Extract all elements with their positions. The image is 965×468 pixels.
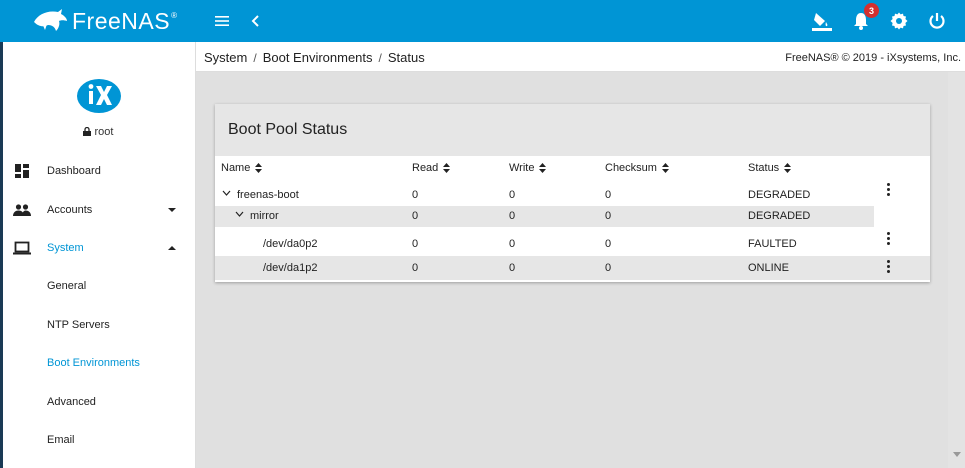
cell-status: DEGRADED — [748, 189, 811, 201]
vertical-scrollbar[interactable] — [948, 72, 965, 468]
logo-registered-mark: ® — [171, 10, 177, 20]
table-header: Name Read Write Checksum Status — [215, 156, 930, 182]
freenas-logo[interactable]: FreeNAS ® — [0, 0, 196, 42]
breadcrumb-bar: System / Boot Environments / Status FreeNAS®… — [196, 42, 965, 72]
ixsystems-logo — [77, 79, 121, 113]
cell-status: ONLINE — [748, 262, 789, 274]
sidebar-item-email[interactable]: Email — [0, 421, 196, 459]
sidebar-item-accounts[interactable]: Accounts — [0, 191, 196, 229]
chevron-down-icon[interactable] — [222, 190, 231, 196]
cell-name: /dev/da0p2 — [263, 238, 318, 250]
column-header-read[interactable]: Read — [412, 162, 451, 174]
power-button[interactable] — [925, 9, 949, 33]
sidebar-item-label: NTP Servers — [47, 319, 110, 331]
sidebar-item-ntp-servers[interactable]: NTP Servers — [0, 306, 196, 344]
column-header-write[interactable]: Write — [509, 162, 547, 174]
caret-up-icon — [168, 246, 176, 250]
cell-write: 0 — [509, 238, 516, 250]
sort-icon — [661, 163, 669, 173]
cell-write: 0 — [509, 210, 516, 222]
breadcrumb-item[interactable]: Boot Environments — [263, 50, 373, 65]
breadcrumb: System / Boot Environments / Status — [204, 50, 425, 65]
gear-icon — [890, 12, 908, 30]
sort-icon — [255, 163, 263, 173]
theme-button[interactable] — [810, 9, 834, 33]
cell-checksum: 0 — [605, 210, 612, 222]
top-bar: FreeNAS ® 3 — [0, 0, 965, 42]
cell-checksum: 0 — [605, 262, 612, 274]
menu-toggle-button[interactable] — [211, 9, 235, 33]
sidebar-item-boot-environments[interactable]: Boot Environments — [0, 344, 196, 382]
breadcrumb-separator: / — [378, 51, 382, 65]
breadcrumb-separator: / — [253, 51, 257, 65]
table-row[interactable]: /dev/da1p2 0 0 0 ONLINE — [215, 256, 930, 280]
row-actions-menu-icon[interactable] — [887, 232, 891, 246]
cell-write: 0 — [509, 189, 516, 201]
logo-text: FreeNAS — [72, 7, 171, 34]
sidebar-item-label: Dashboard — [47, 165, 101, 177]
sort-icon — [784, 163, 792, 173]
notification-badge: 3 — [864, 3, 879, 18]
sidebar: root Dashboard Accounts System General N… — [0, 42, 196, 468]
sidebar-edge — [0, 42, 3, 468]
shark-logo-icon — [34, 9, 67, 31]
dashboard-icon — [13, 162, 31, 180]
sidebar-item-dashboard[interactable]: Dashboard — [0, 152, 196, 190]
caret-down-icon — [168, 208, 176, 212]
cell-read: 0 — [412, 262, 419, 274]
sidebar-item-label: General — [47, 280, 87, 292]
laptop-icon — [13, 239, 31, 257]
sort-icon — [539, 163, 547, 173]
cell-read: 0 — [412, 210, 419, 222]
cell-name: mirror — [250, 210, 279, 222]
collapse-sidebar-button[interactable] — [244, 9, 268, 33]
chevron-down-icon[interactable] — [235, 211, 244, 217]
column-header-checksum[interactable]: Checksum — [605, 162, 669, 174]
cell-write: 0 — [509, 262, 516, 274]
sidebar-item-label: Boot Environments — [47, 357, 140, 369]
sidebar-item-label: Email — [47, 434, 75, 446]
sidebar-item-label: System — [47, 242, 84, 254]
lock-icon — [82, 127, 91, 136]
user-info: root — [0, 126, 196, 138]
table-row[interactable]: /dev/da0p2 0 0 0 FAULTED — [215, 234, 875, 255]
card-title: Boot Pool Status — [215, 104, 930, 156]
username: root — [94, 126, 114, 138]
row-actions-menu-icon[interactable] — [887, 183, 891, 197]
cell-read: 0 — [412, 189, 419, 201]
sidebar-item-label: Accounts — [47, 204, 93, 216]
paint-bucket-icon — [812, 13, 832, 31]
cell-checksum: 0 — [605, 238, 612, 250]
sidebar-item-general[interactable]: General — [0, 267, 196, 305]
sidebar-item-label: Advanced — [47, 396, 96, 408]
cell-status: FAULTED — [748, 238, 797, 250]
column-header-status[interactable]: Status — [748, 162, 792, 174]
breadcrumb-item-current: Status — [387, 50, 425, 65]
cell-status: DEGRADED — [748, 210, 811, 222]
hamburger-icon — [215, 16, 229, 26]
copyright-text: FreeNAS® © 2019 - iXsystems, Inc. — [785, 52, 961, 64]
cell-name: freenas-boot — [237, 189, 299, 201]
notifications-button[interactable]: 3 — [849, 3, 879, 33]
cell-checksum: 0 — [605, 189, 612, 201]
sort-icon — [443, 163, 451, 173]
breadcrumb-item[interactable]: System — [204, 50, 247, 65]
people-icon — [13, 201, 31, 219]
row-actions-menu-icon[interactable] — [887, 260, 891, 274]
settings-button[interactable] — [887, 9, 911, 33]
scroll-down-arrow-icon[interactable] — [953, 452, 961, 457]
sidebar-item-advanced[interactable]: Advanced — [0, 383, 196, 421]
table-row[interactable]: mirror 0 0 0 DEGRADED — [215, 206, 874, 227]
power-icon — [929, 13, 945, 29]
chevron-left-icon — [251, 15, 259, 27]
boot-pool-status-card: Boot Pool Status Name Read Write Checksu… — [215, 104, 930, 282]
table-row[interactable]: freenas-boot 0 0 0 DEGRADED — [215, 185, 875, 206]
cell-read: 0 — [412, 238, 419, 250]
sidebar-item-system[interactable]: System — [0, 229, 196, 267]
cell-name: /dev/da1p2 — [263, 262, 318, 274]
column-header-name[interactable]: Name — [221, 162, 263, 174]
